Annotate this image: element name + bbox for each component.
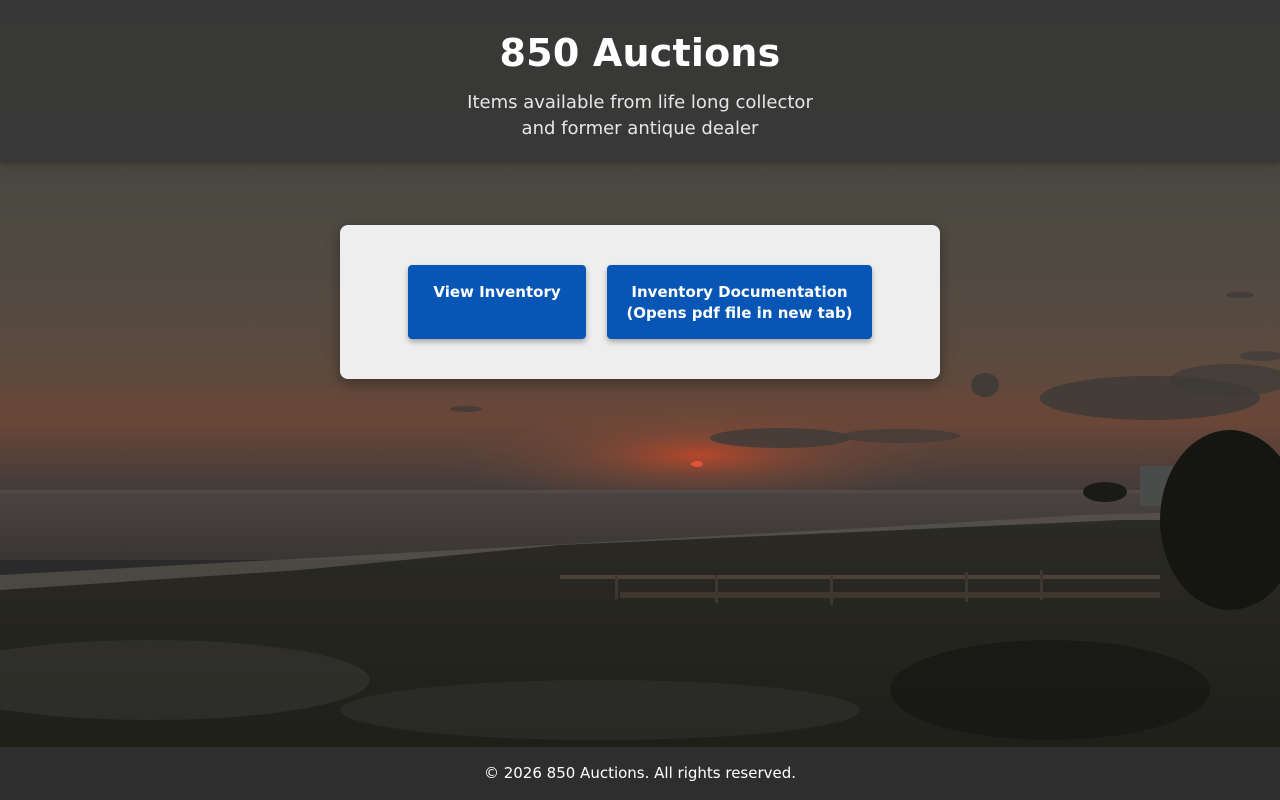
tagline-line-2: and former antique dealer bbox=[521, 118, 759, 139]
site-footer: © 2026 850 Auctions. All rights reserved… bbox=[0, 747, 1280, 800]
inventory-documentation-button[interactable]: Inventory Documentation (Opens pdf file … bbox=[607, 265, 872, 339]
docs-label-line-2: (Opens pdf file in new tab) bbox=[626, 304, 853, 322]
docs-label-line-1: Inventory Documentation bbox=[631, 283, 848, 301]
view-inventory-label: View Inventory bbox=[433, 283, 561, 301]
actions-card: View Inventory Inventory Documentation (… bbox=[340, 225, 940, 379]
site-title: 850 Auctions bbox=[499, 31, 781, 75]
site-header: 850 Auctions Items available from life l… bbox=[0, 0, 1280, 161]
view-inventory-button[interactable]: View Inventory bbox=[408, 265, 586, 339]
site-tagline: Items available from life long collector… bbox=[440, 90, 840, 142]
tagline-line-1: Items available from life long collector bbox=[467, 92, 813, 113]
copyright-text: © 2026 850 Auctions. All rights reserved… bbox=[483, 764, 797, 782]
